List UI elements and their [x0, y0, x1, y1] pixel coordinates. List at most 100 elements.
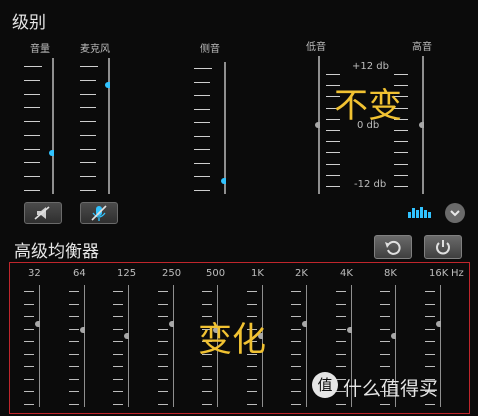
tick-mark [291, 403, 301, 405]
tick-mark [394, 141, 408, 142]
tick-mark [380, 328, 390, 330]
tick-mark [69, 403, 79, 405]
tick-mark [247, 378, 257, 380]
tick-mark [336, 328, 346, 330]
tick-mark [394, 164, 408, 165]
tick-mark [24, 391, 34, 392]
tick-mark [158, 328, 168, 330]
tick-mark [247, 303, 257, 305]
sidetone-slider-thumb[interactable] [221, 178, 226, 184]
chevron-down-icon [450, 210, 460, 217]
expand-button[interactable] [445, 203, 465, 223]
tick-mark [113, 328, 123, 330]
power-icon [436, 240, 450, 255]
tick-mark [425, 403, 435, 405]
eq-band-slider-track[interactable] [306, 285, 307, 407]
tick-mark [202, 378, 212, 380]
eq-band-label: 1K [251, 268, 264, 279]
tick-mark [113, 391, 123, 392]
power-button[interactable] [424, 235, 462, 259]
tick-mark [247, 291, 257, 292]
tick-mark [202, 303, 212, 305]
eq-band-label: 250 [162, 268, 182, 279]
tick-mark [24, 303, 34, 305]
tick-mark [69, 391, 79, 392]
tick-mark [80, 176, 96, 177]
treble-label: 高音 [412, 42, 432, 53]
tick-mark [69, 328, 79, 330]
volume-label: 音量 [30, 44, 50, 55]
tick-mark [336, 341, 346, 342]
tick-mark [158, 353, 168, 355]
tick-mark [24, 328, 34, 330]
tick-mark [80, 135, 96, 136]
tick-mark [113, 341, 123, 342]
speaker-muted-icon [34, 206, 50, 220]
tick-mark [113, 403, 123, 405]
eq-band-label: 2K [295, 268, 308, 279]
eq-band-slider-thumb[interactable] [436, 321, 441, 327]
eq-band-slider-thumb[interactable] [124, 333, 129, 339]
tick-mark [336, 403, 346, 405]
tick-mark [24, 121, 40, 122]
tick-mark [394, 175, 408, 176]
watermark-logo: 值 [312, 372, 338, 398]
bass-slider-thumb[interactable] [315, 122, 320, 128]
mute-speaker-button[interactable] [24, 202, 62, 224]
eq-band-label: 8K [384, 268, 397, 279]
tick-mark [336, 291, 346, 292]
eq-band-slider-track[interactable] [440, 285, 441, 407]
tick-mark [336, 303, 346, 305]
tick-mark [425, 328, 435, 330]
tick-mark [194, 109, 210, 110]
tick-mark [202, 291, 212, 292]
tick-mark [69, 291, 79, 292]
microphone-slider-thumb[interactable] [105, 82, 110, 88]
tick-mark [425, 366, 435, 367]
volume-slider-track[interactable] [52, 58, 54, 194]
tick-mark [247, 391, 257, 392]
tick-mark [425, 341, 435, 342]
equalizer-title: 高级均衡器 [14, 242, 99, 262]
eq-band-slider-thumb[interactable] [80, 327, 85, 333]
tick-mark [24, 341, 34, 342]
tick-mark [113, 291, 123, 292]
eq-band-slider-track[interactable] [84, 285, 85, 407]
eq-band-slider-thumb[interactable] [391, 333, 396, 339]
tick-mark [202, 366, 212, 367]
eq-band-slider-thumb[interactable] [347, 327, 352, 333]
tick-mark [336, 353, 346, 355]
microphone-label: 麦克风 [80, 44, 110, 55]
tick-mark [24, 378, 34, 380]
tick-mark [202, 403, 212, 405]
eq-band-slider-thumb[interactable] [302, 321, 307, 327]
eq-band-slider-thumb[interactable] [35, 321, 40, 327]
tick-mark [24, 107, 40, 108]
tick-mark [80, 162, 96, 163]
microphone-slider-track[interactable] [108, 58, 110, 194]
tick-mark [113, 353, 123, 355]
eq-band-slider-track[interactable] [173, 285, 174, 407]
eq-band-slider-track[interactable] [128, 285, 129, 407]
tick-mark [394, 130, 408, 131]
tick-mark [326, 141, 340, 142]
volume-slider-thumb[interactable] [49, 150, 54, 156]
tick-mark [158, 291, 168, 292]
tick-mark [380, 366, 390, 367]
eq-band-label: 16K [429, 268, 449, 279]
eq-toggle-button[interactable] [406, 204, 434, 220]
treble-slider-thumb[interactable] [419, 122, 424, 128]
mute-microphone-button[interactable] [80, 202, 118, 224]
tick-mark [291, 353, 301, 355]
tick-mark [69, 378, 79, 380]
reset-button[interactable] [374, 235, 412, 259]
tick-mark [394, 74, 408, 75]
eq-band-slider-thumb[interactable] [169, 321, 174, 327]
eq-band-slider-track[interactable] [39, 285, 40, 407]
tick-mark [24, 94, 40, 95]
tick-mark [113, 316, 123, 317]
sidetone-slider-track[interactable] [224, 62, 226, 194]
tick-mark [380, 341, 390, 342]
tick-mark [194, 82, 210, 83]
tick-mark [336, 366, 346, 367]
